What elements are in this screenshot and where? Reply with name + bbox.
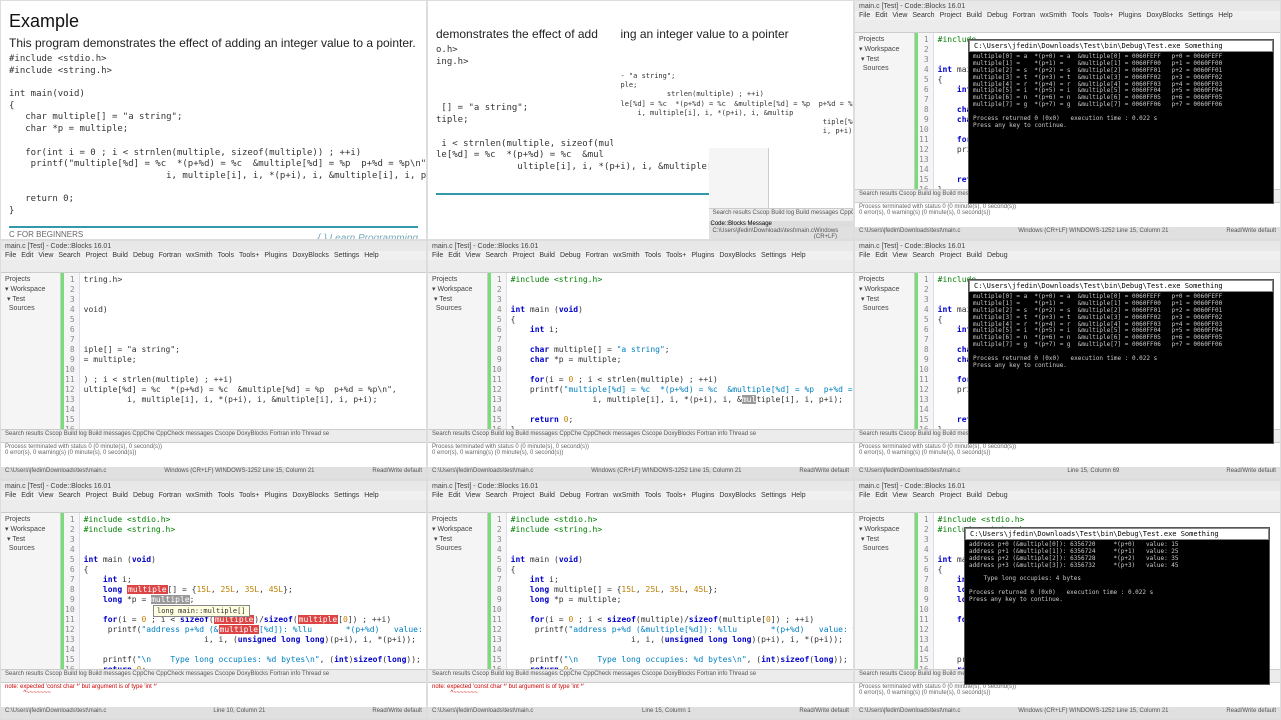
ide-2-3: main.c [Test] - Code::Blocks 16.01 FileE… xyxy=(854,240,1281,480)
slide-code: #include <stdio.h> #include <string.h> i… xyxy=(9,54,418,218)
tooltip: long main::multiple[] xyxy=(153,605,250,617)
footer-logo: { } Learn Programming xyxy=(317,233,418,240)
menubar[interactable]: FileEditView xyxy=(709,11,854,20)
ide-2-2: main.c [Test] - Code::Blocks 16.01 FileE… xyxy=(427,240,854,480)
slide-ide-overlap-1: demonstrates the effect of add o.h> ing.… xyxy=(427,0,854,240)
code-d: #include <stdio.h> #include <string.h> i… xyxy=(507,513,853,669)
ide-3-3: main.c [Test] - Code::Blocks 16.01 FileE… xyxy=(854,480,1281,720)
code-b: #include <string.h> int main (void) { in… xyxy=(507,273,853,429)
code-c: #include <stdio.h> #include <string.h> i… xyxy=(80,513,426,669)
ide-peek-1: main.c [Test] - Code::Blocks 16.01 FileE… xyxy=(709,1,854,239)
footer-left: C FOR BEGINNERS xyxy=(9,230,83,239)
ide-3-1: main.c [Test] - Code::Blocks 16.01 FileE… xyxy=(0,480,427,720)
slide-title: Example xyxy=(9,11,418,32)
code-a: tring.h> void) iple[] = "a string"; = mu… xyxy=(80,273,401,429)
menubar[interactable]: FileEditViewSearchProjectBuildDebugFortr… xyxy=(855,11,1280,20)
sidebar[interactable]: Projects▾ Workspace ▾ Test Sources xyxy=(709,33,769,208)
ide-3-2: main.c [Test] - Code::Blocks 16.01 FileE… xyxy=(427,480,854,720)
console-window-2[interactable]: C:\Users\jfedin\Downloads\Test\bin\Debug… xyxy=(968,279,1274,444)
ide-2-1: main.c [Test] - Code::Blocks 16.01 FileE… xyxy=(0,240,427,480)
ide-with-console-1: main.c [Test] - Code::Blocks 16.01 FileE… xyxy=(854,0,1281,240)
console-window[interactable]: C:\Users\jfedin\Downloads\Test\bin\Debug… xyxy=(968,39,1274,204)
presentation-slide-1: Example This program demonstrates the ef… xyxy=(0,0,427,240)
build-log: Process terminated with status 0 (0 minu… xyxy=(855,202,1280,227)
console-output: multiple[0] = a *(p+0) = a &multiple[0] … xyxy=(973,54,1269,130)
console-window-3[interactable]: C:\Users\jfedin\Downloads\Test\bin\Debug… xyxy=(964,527,1270,685)
toolbar[interactable] xyxy=(709,20,854,33)
slide-subtitle: This program demonstrates the effect of … xyxy=(9,36,418,50)
editor[interactable] xyxy=(769,33,854,208)
